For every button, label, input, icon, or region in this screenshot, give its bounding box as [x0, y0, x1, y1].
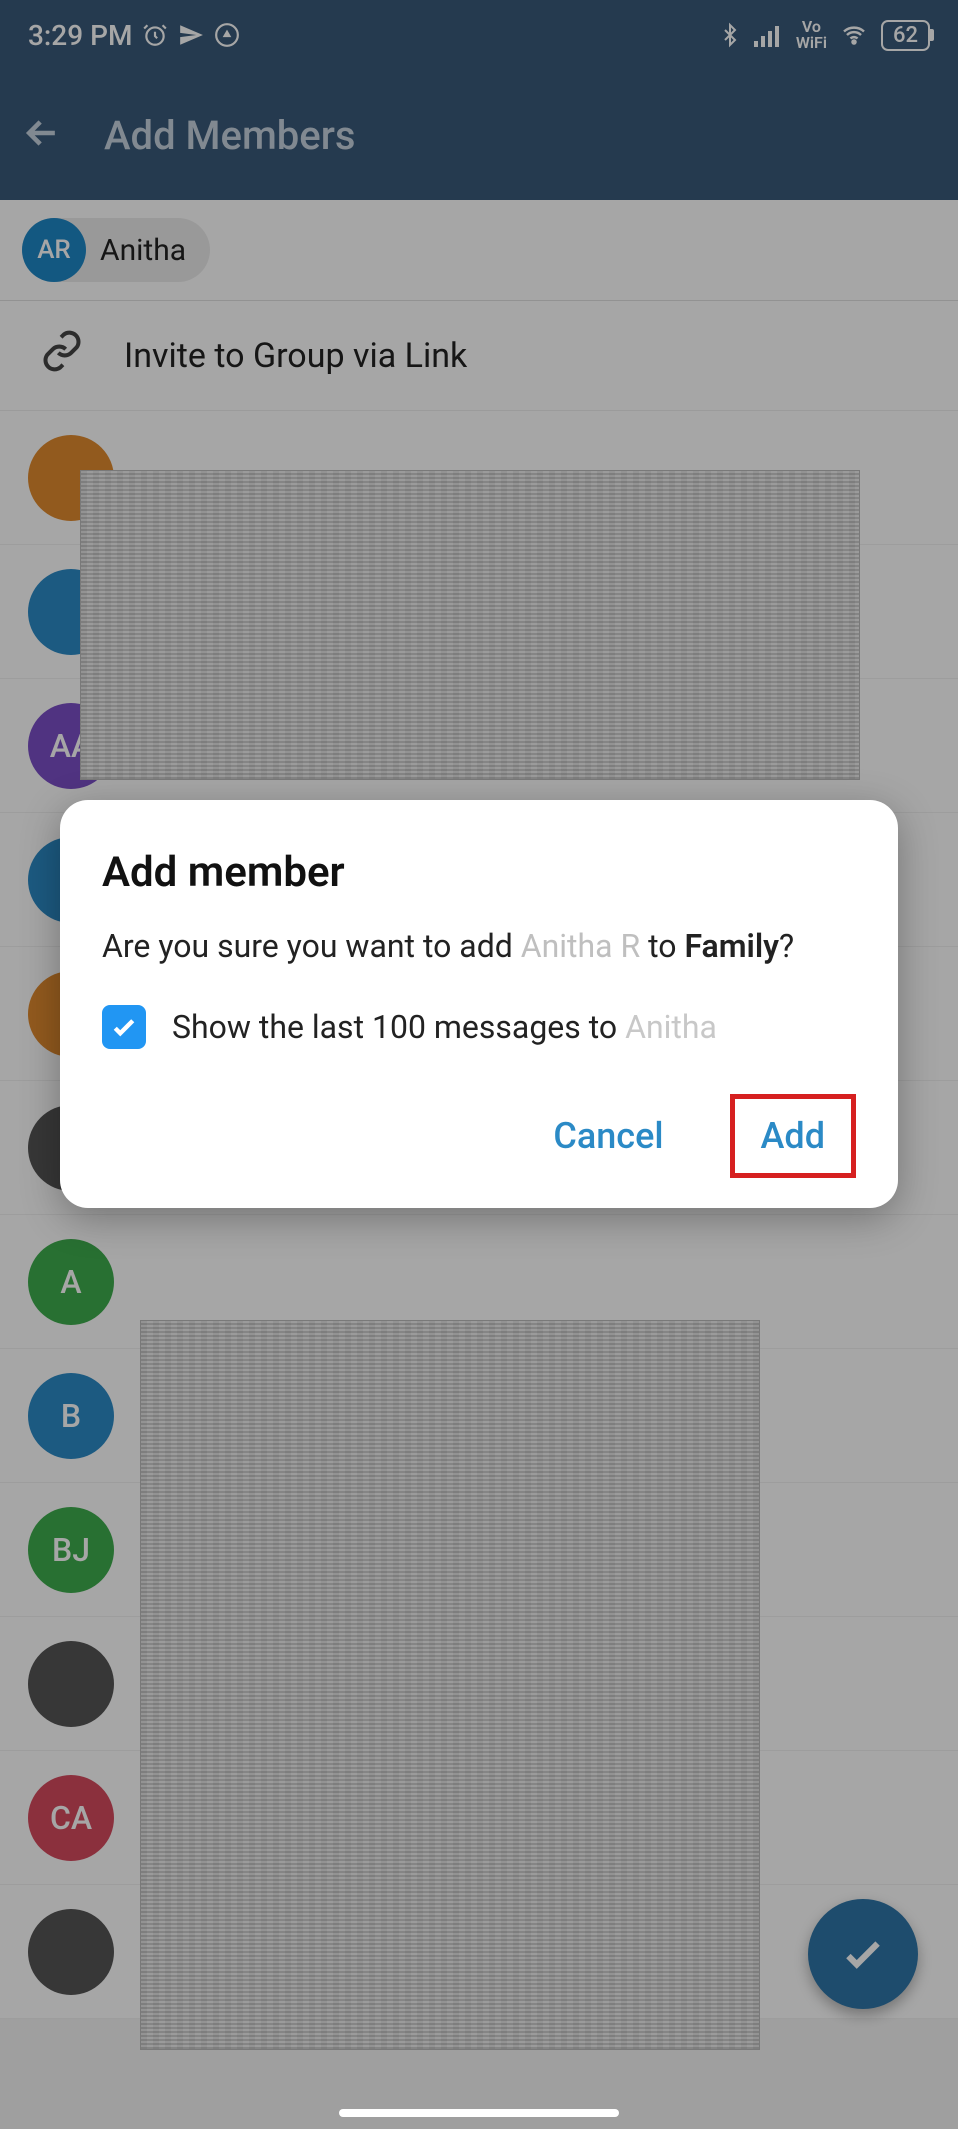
dialog-title: Add member	[102, 848, 856, 897]
dialog-member-name: Anitha R	[521, 927, 640, 965]
dialog-group-name: Family	[684, 927, 779, 965]
add-button[interactable]: Add	[730, 1094, 856, 1178]
add-member-dialog: Add member Are you sure you want to add …	[60, 800, 898, 1208]
dialog-message: Are you sure you want to add Anitha R to…	[102, 923, 856, 969]
show-history-row[interactable]: Show the last 100 messages to Anitha	[102, 1005, 856, 1050]
cancel-button[interactable]: Cancel	[527, 1099, 689, 1173]
show-history-label: Show the last 100 messages to Anitha	[172, 1005, 717, 1050]
check-label-name: Anitha	[625, 1008, 717, 1046]
show-history-checkbox[interactable]	[102, 1005, 146, 1049]
dialog-text-mid: to	[640, 927, 684, 965]
dialog-text-prefix: Are you sure you want to add	[102, 927, 521, 965]
dialog-text-suffix: ?	[779, 927, 794, 965]
dialog-actions: Cancel Add	[102, 1094, 856, 1178]
nav-handle[interactable]	[339, 2109, 619, 2117]
check-label-prefix: Show the last 100 messages to	[172, 1008, 625, 1046]
